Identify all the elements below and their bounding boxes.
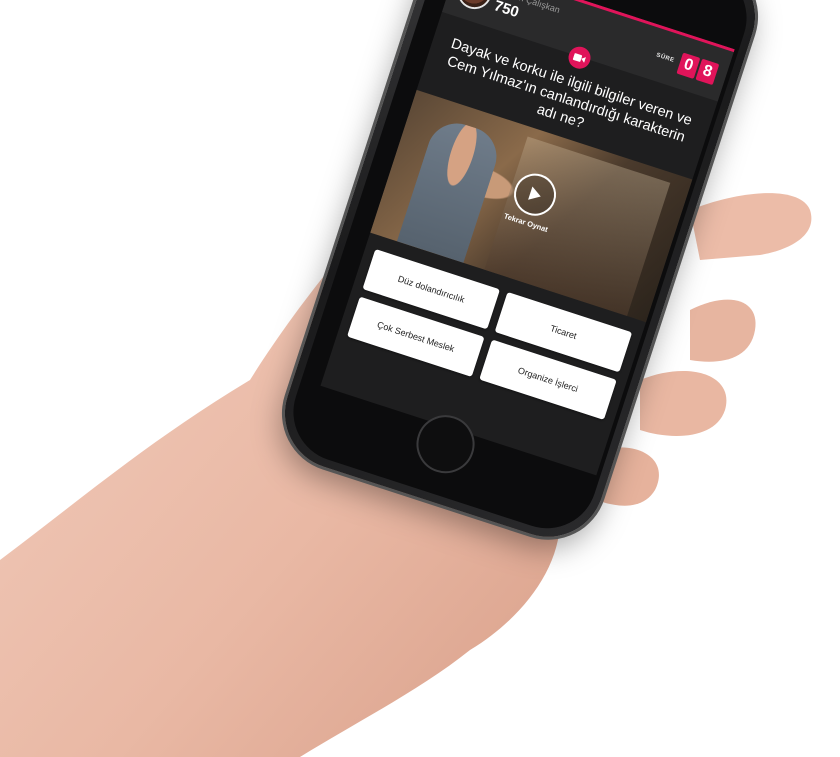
- timer-digit-ones: 8: [695, 58, 720, 86]
- finger-1: [690, 193, 812, 260]
- finger-3: [640, 371, 727, 436]
- finger-2: [690, 299, 756, 362]
- user-score: 750: [491, 0, 521, 22]
- timer-label: SÜRE: [655, 52, 676, 64]
- video-camera-icon: [565, 43, 594, 72]
- avatar: [455, 0, 494, 11]
